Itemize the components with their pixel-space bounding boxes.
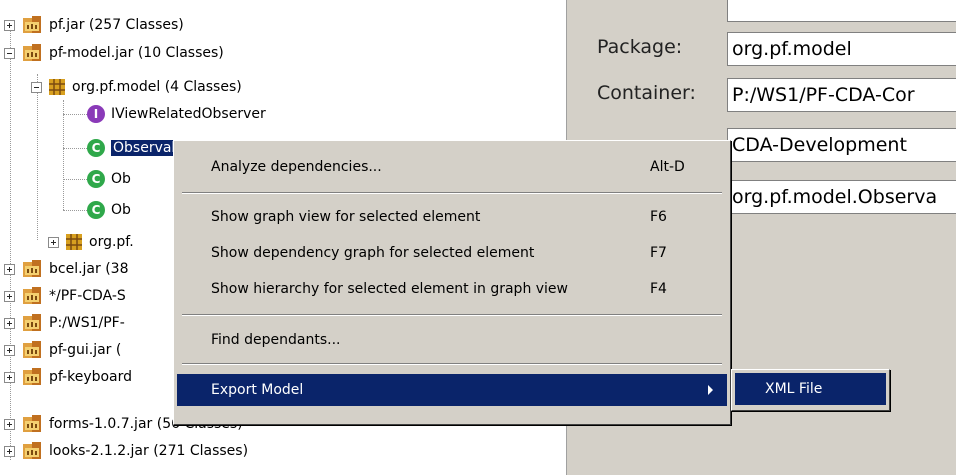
expand-icon[interactable] bbox=[4, 344, 15, 356]
class-icon: C bbox=[87, 170, 105, 188]
property-field-top bbox=[727, 0, 956, 22]
expand-icon[interactable] bbox=[4, 445, 15, 457]
context-menu: Analyze dependencies... Alt-D Show graph… bbox=[173, 140, 731, 425]
tree-connector-line bbox=[63, 210, 87, 211]
name-value-field[interactable]: org.pf.model.Observa bbox=[727, 180, 956, 214]
tree-item-pf-keyboard-jar[interactable]: pf-keyboard bbox=[4, 364, 132, 390]
menu-item-label: XML File bbox=[765, 381, 823, 397]
jar-icon bbox=[23, 314, 41, 331]
interface-icon: I bbox=[87, 105, 105, 123]
tree-item-label: Ob bbox=[111, 171, 131, 187]
tree-item-label: pf-gui.jar ( bbox=[49, 342, 122, 358]
expand-icon[interactable] bbox=[4, 418, 15, 430]
tree-item-pf-cda-jar[interactable]: */PF-CDA-S bbox=[4, 283, 126, 309]
tree-item-label: pf-keyboard bbox=[49, 369, 133, 385]
tree-connector-line bbox=[10, 20, 11, 460]
menu-item-label: Show dependency graph for selected eleme… bbox=[211, 245, 535, 261]
submenu-arrow-icon bbox=[708, 385, 713, 395]
tree-item-label: pf.jar (257 Classes) bbox=[49, 17, 184, 33]
jar-icon bbox=[23, 44, 41, 61]
tree-item-pf-jar[interactable]: pf.jar (257 Classes) bbox=[4, 12, 184, 38]
menu-item-label: Show graph view for selected element bbox=[211, 209, 481, 225]
tree-item-looks-jar[interactable]: looks-2.1.2.jar (271 Classes) bbox=[4, 438, 248, 464]
menu-item-label: Analyze dependencies... bbox=[211, 159, 382, 175]
jar-icon bbox=[23, 16, 41, 33]
tree-item-bcel-jar[interactable]: bcel.jar (38 bbox=[4, 256, 129, 282]
menu-separator bbox=[182, 363, 722, 365]
container-value-field[interactable]: P:/WS1/PF-CDA-Cor bbox=[727, 78, 956, 112]
menu-item-analyze-dependencies[interactable]: Analyze dependencies... Alt-D bbox=[177, 151, 727, 183]
container-label: Container: bbox=[597, 82, 696, 104]
menu-item-label: Show hierarchy for selected element in g… bbox=[211, 281, 568, 297]
tree-connector-line bbox=[63, 148, 87, 149]
tree-item-iviewrelatedobserver[interactable]: I IViewRelatedObserver bbox=[87, 101, 266, 127]
jar-icon bbox=[23, 341, 41, 358]
menu-item-label: Find dependants... bbox=[211, 332, 341, 348]
class-icon: C bbox=[87, 201, 105, 219]
menu-item-show-graph-view[interactable]: Show graph view for selected element F6 bbox=[177, 201, 727, 233]
tree-connector-line bbox=[63, 114, 87, 115]
tree-item-label: P:/WS1/PF- bbox=[49, 315, 125, 331]
tree-item-class[interactable]: C Ob bbox=[87, 197, 131, 223]
tree-connector-line bbox=[63, 179, 87, 180]
class-icon: C bbox=[87, 139, 105, 157]
collapse-icon[interactable] bbox=[4, 47, 15, 59]
package-icon bbox=[66, 234, 82, 250]
tree-connector-line bbox=[63, 100, 64, 210]
menu-separator bbox=[182, 192, 722, 194]
tree-item-label: */PF-CDA-S bbox=[49, 288, 126, 304]
tree-item-org-pf-model[interactable]: org.pf.model (4 Classes) bbox=[31, 74, 242, 100]
expand-icon[interactable] bbox=[48, 236, 59, 248]
tree-item-label: pf-model.jar (10 Classes) bbox=[49, 45, 224, 61]
package-icon bbox=[49, 79, 65, 95]
tree-item-label: bcel.jar (38 bbox=[49, 261, 129, 277]
workset-value-field[interactable]: CDA-Development bbox=[727, 128, 956, 162]
collapse-icon[interactable] bbox=[31, 81, 42, 93]
tree-item-pf-model-jar[interactable]: pf-model.jar (10 Classes) bbox=[4, 40, 224, 66]
jar-icon bbox=[23, 287, 41, 304]
tree-item-package[interactable]: org.pf. bbox=[48, 229, 134, 255]
menu-item-label: Export Model bbox=[211, 382, 304, 398]
menu-separator bbox=[182, 314, 722, 316]
submenu-item-xml-file[interactable]: XML File bbox=[735, 373, 886, 405]
menu-item-export-model[interactable]: Export Model bbox=[177, 374, 727, 406]
expand-icon[interactable] bbox=[4, 263, 15, 275]
menu-item-show-hierarchy[interactable]: Show hierarchy for selected element in g… bbox=[177, 273, 727, 305]
export-submenu: XML File bbox=[731, 369, 890, 411]
tree-item-ws1-jar[interactable]: P:/WS1/PF- bbox=[4, 310, 125, 336]
tree-item-label: IViewRelatedObserver bbox=[111, 106, 266, 122]
package-label: Package: bbox=[597, 36, 683, 58]
menu-item-shortcut: F6 bbox=[650, 209, 667, 225]
menu-item-shortcut: Alt-D bbox=[650, 159, 685, 175]
expand-icon[interactable] bbox=[4, 317, 15, 329]
tree-item-class[interactable]: C Ob bbox=[87, 166, 131, 192]
tree-item-label: org.pf. bbox=[89, 234, 134, 250]
menu-item-find-dependants[interactable]: Find dependants... bbox=[177, 324, 727, 356]
menu-item-shortcut: F4 bbox=[650, 281, 667, 297]
tree-item-pf-gui-jar[interactable]: pf-gui.jar ( bbox=[4, 337, 121, 363]
expand-icon[interactable] bbox=[4, 290, 15, 302]
menu-item-shortcut: F7 bbox=[650, 245, 667, 261]
package-value-field[interactable]: org.pf.model bbox=[727, 32, 956, 66]
jar-icon bbox=[23, 415, 41, 432]
expand-icon[interactable] bbox=[4, 371, 15, 383]
tree-item-label: looks-2.1.2.jar (271 Classes) bbox=[49, 443, 249, 459]
jar-icon bbox=[23, 442, 41, 459]
jar-icon bbox=[23, 368, 41, 385]
tree-item-label: Ob bbox=[111, 202, 131, 218]
tree-item-label: org.pf.model (4 Classes) bbox=[72, 79, 242, 95]
jar-icon bbox=[23, 260, 41, 277]
menu-item-show-dependency-graph[interactable]: Show dependency graph for selected eleme… bbox=[177, 237, 727, 269]
expand-icon[interactable] bbox=[4, 19, 15, 31]
